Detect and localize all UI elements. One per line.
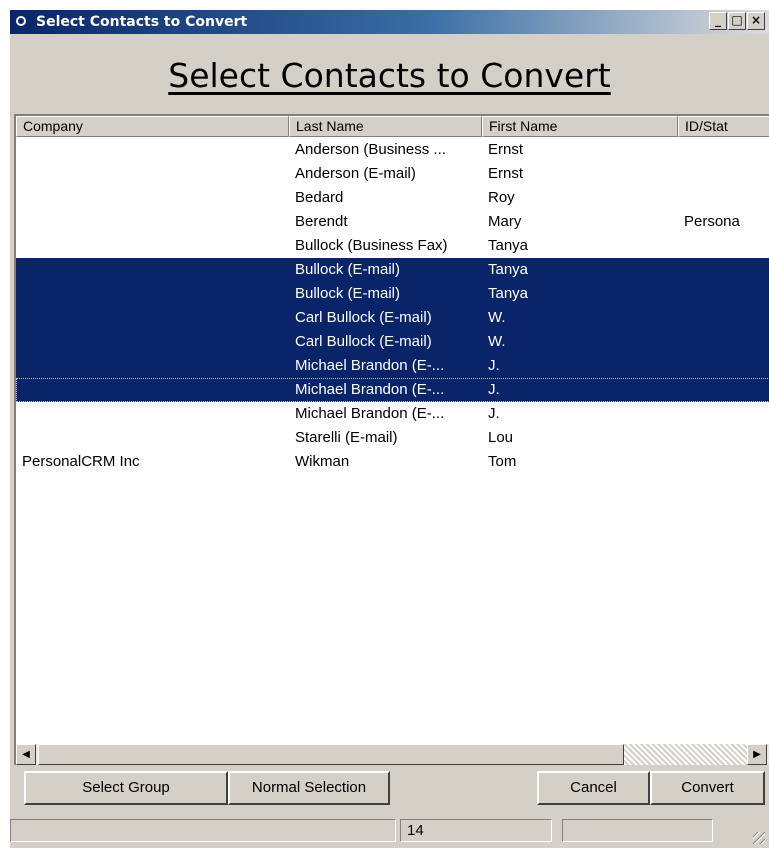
cell-first-name: Tanya xyxy=(488,285,529,302)
select-group-button[interactable]: Select Group xyxy=(24,771,228,805)
cell-first-name: W. xyxy=(488,309,506,326)
table-row[interactable]: Bullock (E-mail) Tanya xyxy=(16,258,769,282)
cell-last-name: Anderson (Business ... xyxy=(295,141,446,158)
cell-first-name: Mary xyxy=(488,213,522,230)
table-row[interactable]: Bullock (E-mail) Tanya xyxy=(16,282,769,306)
close-icon[interactable]: × xyxy=(747,12,765,30)
cell-last-name: Bullock (E-mail) xyxy=(295,285,401,302)
horizontal-scrollbar[interactable]: ◀ ▶ xyxy=(16,744,769,765)
table-row[interactable]: Michael Brandon (E-... J. xyxy=(16,402,769,426)
table-row[interactable]: Michael Brandon (E-... J. xyxy=(16,354,769,378)
select-contacts-dialog: Select Contacts to Convert _ □ × Select … xyxy=(10,10,769,848)
table-row[interactable]: Bedard Roy xyxy=(16,186,769,210)
table-row[interactable]: Carl Bullock (E-mail) W. xyxy=(16,306,769,330)
cell-last-name: Michael Brandon (E-... xyxy=(295,381,445,398)
column-header-id-status[interactable]: ID/Stat xyxy=(678,116,769,137)
cell-last-name: Bedard xyxy=(295,189,344,206)
table-row[interactable]: Bullock (Business Fax) Tanya xyxy=(16,234,769,258)
table-row[interactable]: Starelli (E-mail) Lou xyxy=(16,426,769,450)
scroll-left-icon[interactable]: ◀ xyxy=(16,744,36,765)
cell-first-name: J. xyxy=(488,405,500,422)
column-header-first-name[interactable]: First Name xyxy=(482,116,678,137)
scrollbar-thumb[interactable] xyxy=(38,744,624,765)
table-row[interactable]: PersonalCRM Inc Wikman Tom xyxy=(16,450,769,474)
cell-last-name: Berendt xyxy=(295,213,348,230)
convert-button[interactable]: Convert xyxy=(650,771,765,805)
cell-first-name: Tom xyxy=(488,453,517,470)
cell-company: PersonalCRM Inc xyxy=(22,453,140,470)
cell-last-name: Carl Bullock (E-mail) xyxy=(295,333,432,350)
cell-last-name: Carl Bullock (E-mail) xyxy=(295,309,432,326)
cell-first-name: Lou xyxy=(488,429,514,446)
cell-first-name: Tanya xyxy=(488,261,529,278)
cell-last-name: Wikman xyxy=(295,453,350,470)
window-title: Select Contacts to Convert xyxy=(36,14,248,30)
scroll-right-icon[interactable]: ▶ xyxy=(747,744,767,765)
cell-last-name: Bullock (E-mail) xyxy=(295,261,401,278)
cell-last-name: Bullock (Business Fax) xyxy=(295,237,448,254)
cell-first-name: W. xyxy=(488,333,506,350)
cell-id-status: Persona xyxy=(684,213,740,230)
table-row[interactable]: Carl Bullock (E-mail) W. xyxy=(16,330,769,354)
contacts-list[interactable]: Company Last Name First Name ID/Stat And… xyxy=(14,114,769,765)
resize-grip-icon[interactable] xyxy=(753,832,765,844)
cell-last-name: Anderson (E-mail) xyxy=(295,165,416,182)
scrollbar-track[interactable] xyxy=(624,744,747,765)
cancel-button[interactable]: Cancel xyxy=(537,771,650,805)
cell-first-name: J. xyxy=(488,357,500,374)
app-icon[interactable] xyxy=(16,16,26,26)
cell-first-name: Ernst xyxy=(488,165,524,182)
minimize-icon[interactable]: _ xyxy=(709,12,727,30)
cell-last-name: Michael Brandon (E-... xyxy=(295,405,445,422)
status-pane-left xyxy=(10,819,396,842)
cell-last-name: Michael Brandon (E-... xyxy=(295,357,445,374)
column-header-last-name[interactable]: Last Name xyxy=(289,116,482,137)
cell-first-name: Ernst xyxy=(488,141,524,158)
table-row[interactable]: Anderson (Business ... Ernst xyxy=(16,138,769,162)
normal-selection-button[interactable]: Normal Selection xyxy=(228,771,390,805)
status-count: 14 xyxy=(400,819,552,842)
cell-first-name: Roy xyxy=(488,189,515,206)
table-row[interactable]: Michael Brandon (E-... J. xyxy=(16,378,769,402)
table-row[interactable]: Anderson (E-mail) Ernst xyxy=(16,162,769,186)
table-row[interactable]: Berendt Mary Persona xyxy=(16,210,769,234)
status-pane-right xyxy=(562,819,713,842)
cell-first-name: Tanya xyxy=(488,237,529,254)
cell-last-name: Starelli (E-mail) xyxy=(295,429,398,446)
cell-first-name: J. xyxy=(488,381,500,398)
column-header-company[interactable]: Company xyxy=(16,116,289,137)
maximize-icon[interactable]: □ xyxy=(728,12,746,30)
page-title: Select Contacts to Convert xyxy=(168,56,611,95)
title-bar[interactable]: Select Contacts to Convert _ □ × xyxy=(10,10,769,34)
